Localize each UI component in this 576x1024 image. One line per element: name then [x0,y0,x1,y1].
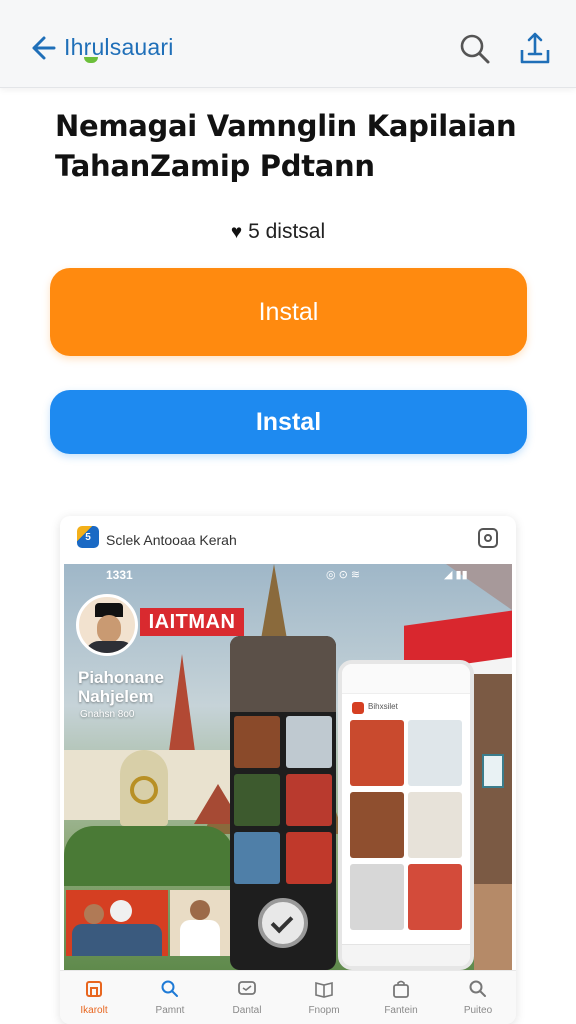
tab-label: Pamnt [155,1005,185,1016]
tab-label: Puiteo [463,1005,493,1016]
share-button[interactable] [518,30,552,66]
tab-label: Fnopm [308,1005,340,1016]
app-preview-card: 5 Sclek Antooaa Kerah 1331 ◎ ⊙ ≋ ◢ ▮▮ IA… [60,516,516,1024]
tab-label: Fantein [384,1005,418,1016]
tab-library[interactable]: Fnopm [294,975,354,1023]
heart-icon: ♥ [230,222,243,243]
check-clock-icon [258,898,308,948]
photo-thumbnail [66,890,168,956]
preview-card-title: Sclek Antooaa Kerah [106,532,237,548]
bag-icon [393,980,409,998]
rating-row: ♥ 5 distsal [0,220,556,244]
garden-graphic [64,826,234,886]
status-time: 1331 [106,568,133,582]
photo-thumbnail [170,890,230,956]
search-icon [469,980,486,997]
app-logo-icon: 5 [77,526,99,548]
tab-explore[interactable]: Puiteo [448,975,508,1023]
brand-leaf-icon [84,57,98,63]
tab-label: Dantal [232,1005,262,1016]
phone-mockup-dark [230,636,336,970]
share-icon [520,32,550,64]
arrow-left-icon [32,36,56,60]
search-button[interactable] [458,32,492,66]
preview-screenshot[interactable]: 1331 ◎ ⊙ ≋ ◢ ▮▮ IAITMAN Piahonane Nahjel… [64,564,512,970]
promo-heading: Piahonane Nahjelem [78,668,164,706]
back-button[interactable] [26,32,58,64]
install-button-primary[interactable]: Instal [50,268,527,356]
tab-home[interactable]: Ikarolt [64,975,124,1023]
install-button-secondary[interactable]: Instal [50,390,527,454]
inner-app-label: Bihxsilet [368,702,398,711]
search-icon [460,34,490,64]
promo-banner: IAITMAN [140,608,244,636]
tab-label: Ikarolt [80,1005,108,1016]
search-icon [161,980,178,997]
status-icons: ◎ ⊙ ≋ [326,569,361,581]
brand-name: Ihrulsauari [64,34,174,60]
app-title: Nemagai Vamnglin Kapilaian TahanZamip Pd… [55,109,517,183]
camera-icon[interactable] [478,528,498,548]
tab-chat[interactable]: Dantal [217,975,277,1023]
preview-card-header: 5 Sclek Antooaa Kerah [60,516,516,564]
top-app-bar: Ihrulsauari [0,0,576,88]
tab-search[interactable]: Pamnt [140,975,200,1023]
shrine-emblem [130,776,158,804]
chat-icon [238,981,256,995]
avatar [76,594,138,656]
promo-line-1: Piahonane [78,668,164,687]
promo-line-2: Nahjelem [78,687,154,706]
book-icon [315,981,333,998]
home-icon [86,981,102,997]
phone-mockup-light: Bihxsilet [338,660,474,970]
rating-text: 5 distsal [248,220,326,243]
preview-tab-bar: Ikarolt Pamnt Dantal Fnopm Fantein Puite… [60,970,516,1024]
status-icons-right: ◢ ▮▮ [444,569,468,581]
promo-caption: Gnahsn 8o0 [80,709,135,720]
tab-store[interactable]: Fantein [371,975,431,1023]
